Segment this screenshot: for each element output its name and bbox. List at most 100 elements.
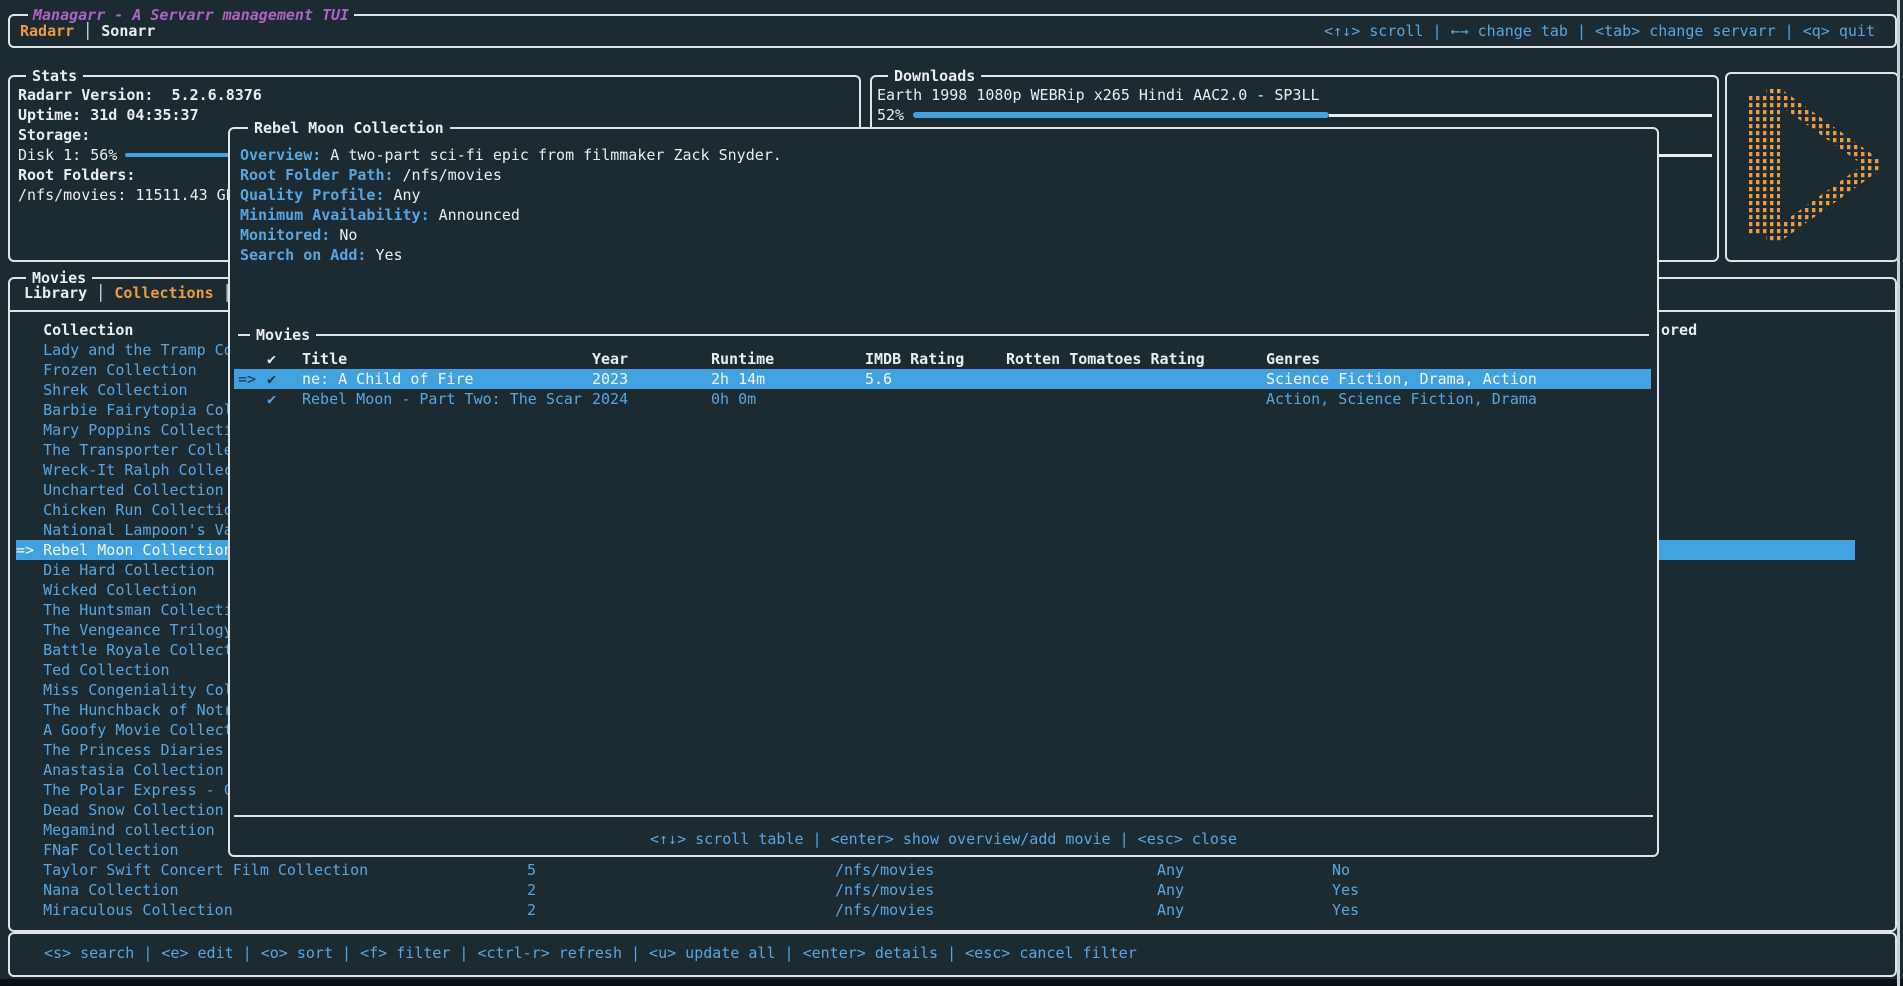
field-value: Any — [394, 186, 421, 204]
modal-movie-row[interactable]: ✔Rebel Moon - Part Two: The Scar20240h 0… — [230, 389, 1657, 409]
collection-name: Mary Poppins Collecti — [16, 421, 233, 439]
field-value: Announced — [439, 206, 520, 224]
modal-table-header-row: ✔TitleYearRuntimeIMDB RatingRotten Tomat… — [230, 349, 1657, 369]
movie-title: ne: A Child of Fire — [302, 369, 474, 389]
modal-field-row: Search on Add: Yes — [240, 245, 1647, 265]
collection-name: FNaF Collection — [16, 841, 179, 859]
modal-column-header: Title — [302, 349, 347, 369]
field-label: Quality Profile: — [240, 186, 385, 204]
modal-field-row: Overview: A two-part sci-fi epic from fil… — [240, 145, 1647, 165]
modal-column-header: Rotten Tomatoes Rating — [1006, 349, 1205, 369]
bottom-bar: <s> search | <e> edit | <o> sort | <f> f… — [8, 932, 1897, 977]
collection-name: Uncharted Collection — [16, 481, 224, 499]
collection-movies: 2 — [527, 900, 536, 920]
download-progress-bar — [913, 105, 1712, 125]
tab-library[interactable]: Library — [24, 284, 87, 302]
disk-usage-label: Disk 1: 56% — [18, 145, 117, 165]
bottom-keybinds: <s> search | <e> edit | <o> sort | <f> f… — [44, 943, 1137, 963]
modal-movies-table: ✔ Title Year Runtime IMDB Rating Rotten Tomat… — [230, 349, 1657, 409]
tab-radarr[interactable]: Radarr — [20, 22, 74, 40]
logo-box — [1725, 72, 1899, 262]
field-label: Search on Add: — [240, 246, 366, 264]
collection-name: Miraculous Collection — [16, 901, 233, 919]
selection-arrow: => — [238, 369, 256, 389]
field-label: Monitored: — [240, 226, 330, 244]
tab-separator: │ — [74, 22, 101, 40]
stats-version-row: Radarr Version: 5.2.6.8376 — [18, 85, 849, 105]
modal-field-row: Monitored: No — [240, 225, 1647, 245]
collection-name: Anastasia Collection — [16, 761, 224, 779]
collection-quality: Any — [1157, 900, 1184, 920]
uptime-label: Uptime: — [18, 106, 90, 124]
collection-name: Dead Snow Collection — [16, 801, 224, 819]
collection-name: Chicken Run Collectio — [16, 501, 233, 519]
managarr-logo — [1741, 88, 1881, 242]
collection-name: A Goofy Movie Collect — [16, 721, 233, 739]
movie-imdb-rating: 5.6 — [865, 369, 892, 389]
collection-name: The Transporter Colle — [16, 441, 233, 459]
download-percent: 52% — [877, 105, 904, 125]
modal-column-header: Year — [592, 349, 628, 369]
collection-row-selected[interactable]: => Rebel Moon Collection — [16, 540, 230, 560]
collection-quality: Any — [1157, 860, 1184, 880]
movie-year: 2023 — [592, 369, 628, 389]
collection-name: National Lampoon's Va — [16, 521, 233, 539]
collection-row[interactable]: Nana Collection2/nfs/moviesAnyYes — [16, 880, 1891, 900]
collection-name: Nana Collection — [16, 881, 179, 899]
download-item-name: Earth 1998 1080p WEBRip x265 Hindi AAC2.… — [877, 85, 1712, 105]
collection-name: Wicked Collection — [16, 581, 197, 599]
version-value: 5.2.6.8376 — [172, 86, 262, 104]
downloads-panel-title: Downloads — [888, 65, 981, 87]
download-progress-row: 52% — [877, 105, 1712, 125]
movie-runtime: 2h 14m — [711, 369, 765, 389]
monitored-header-fragment: ored — [1661, 320, 1697, 340]
collection-root-folder: /nfs/movies — [835, 880, 934, 900]
collection-name: Battle Royale Collect — [16, 641, 233, 659]
collection-name: Ted Collection — [16, 661, 170, 679]
collection-details-modal: Rebel Moon Collection Overview:A two-par… — [228, 127, 1659, 857]
field-value: Yes — [375, 246, 402, 264]
collection-name: The Princess Diaries — [16, 741, 224, 759]
movies-tabs: Library │ Collections │ — [24, 283, 232, 303]
field-label: Overview: — [240, 146, 321, 164]
tab-collections[interactable]: Collections — [114, 284, 213, 302]
collection-movies: 5 — [527, 860, 536, 880]
movie-monitored-check: ✔ — [267, 389, 276, 409]
modal-movie-row-selected[interactable]: =>✔ne: A Child of Fire20232h 14m5.6Scien… — [230, 369, 1657, 389]
collection-name: Barbie Fairytopia Col — [16, 401, 233, 419]
field-value: /nfs/movies — [403, 166, 502, 184]
modal-column-header: Runtime — [711, 349, 774, 369]
collection-monitored: Yes — [1332, 900, 1359, 920]
collection-name: The Hunchback of Notr — [16, 701, 233, 719]
collection-root-folder: /nfs/movies — [835, 900, 934, 920]
collection-name: Megamind collection — [16, 821, 215, 839]
collection-row[interactable]: Miraculous Collection 2/nfs/movies Any Yes — [16, 900, 1891, 920]
header-box: Managarr - A Servarr management TUI Rada… — [8, 14, 1897, 48]
collection-row[interactable]: Taylor Swift Concert Film Collection5/nf… — [16, 860, 1891, 880]
field-label: Root Folder Path: — [240, 166, 394, 184]
movie-genres: Science Fiction, Drama, Action — [1266, 369, 1537, 389]
collection-name: Shrek Collection — [16, 381, 188, 399]
collection-monitored: Yes — [1332, 880, 1359, 900]
modal-title: Rebel Moon Collection — [248, 117, 450, 139]
collection-name: Frozen Collection — [16, 361, 197, 379]
modal-column-header: IMDB Rating — [865, 349, 964, 369]
modal-footer-separator — [234, 815, 1653, 817]
field-value: No — [339, 226, 357, 244]
modal-movies-section-title: Movies — [250, 325, 316, 345]
field-label: Minimum Availability: — [240, 206, 430, 224]
tab-separator: │ — [87, 284, 114, 302]
collection-movies: 2 — [527, 880, 536, 900]
movie-runtime: 0h 0m — [711, 389, 756, 409]
collection-name: Wreck-It Ralph Collec — [16, 461, 233, 479]
collection-name: The Huntsman Collecti — [16, 601, 233, 619]
version-label: Radarr Version: — [18, 86, 172, 104]
tab-sonarr[interactable]: Sonarr — [101, 22, 155, 40]
scrollbar[interactable] — [1897, 0, 1900, 986]
modal-column-header: Genres — [1266, 349, 1320, 369]
managarr-screen: Managarr - A Servarr management TUI Rada… — [0, 0, 1903, 986]
uptime-value: 31d 04:35:37 — [90, 106, 198, 124]
field-value: A two-part sci-fi epic from filmmaker Za… — [330, 146, 782, 164]
servarr-tabs: Radarr │ Sonarr — [20, 21, 155, 41]
header-keybinds: <↑↓> scroll | ←→ change tab | <tab> chan… — [1324, 21, 1875, 41]
